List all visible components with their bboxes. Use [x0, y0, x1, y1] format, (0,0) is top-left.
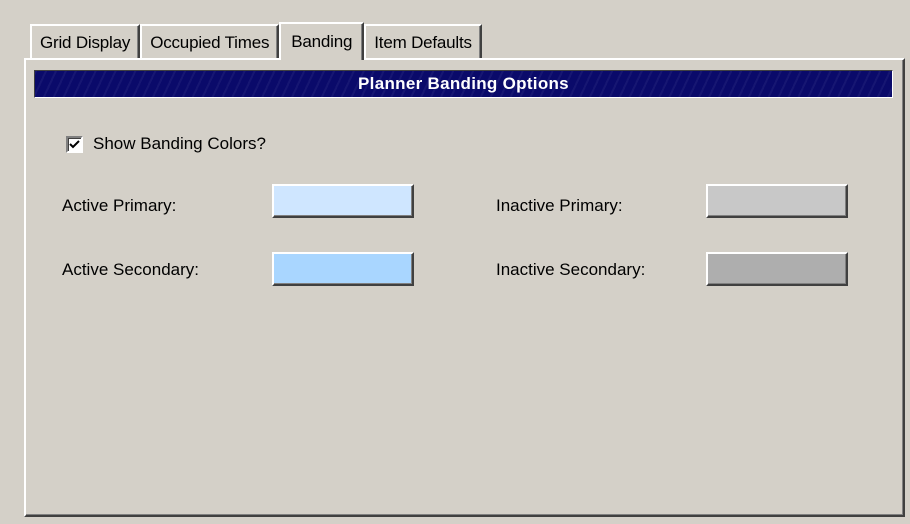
tab-banding[interactable]: Banding: [279, 22, 365, 60]
inactive-secondary-label: Inactive Secondary:: [496, 260, 646, 279]
panel-title-bar: Planner Banding Options: [34, 70, 893, 98]
panel-title: Planner Banding Options: [358, 74, 569, 93]
show-banding-checkbox[interactable]: [66, 135, 83, 153]
inactive-secondary-color-button[interactable]: [706, 252, 848, 286]
show-banding-row[interactable]: Show Banding Colors?: [66, 134, 266, 154]
show-banding-label: Show Banding Colors?: [93, 134, 266, 153]
inactive-primary-color-button[interactable]: [706, 184, 848, 218]
active-primary-label: Active Primary:: [62, 196, 177, 215]
tab-strip: Grid Display Occupied Times Banding Item…: [30, 22, 482, 60]
banding-tab-page: Planner Banding Options Show Banding Col…: [24, 58, 905, 517]
active-primary-color-button[interactable]: [272, 184, 414, 218]
checkmark-icon: [69, 139, 80, 148]
tab-grid-display[interactable]: Grid Display: [30, 24, 141, 58]
active-secondary-label: Active Secondary:: [62, 260, 200, 279]
tab-item-defaults[interactable]: Item Defaults: [364, 24, 482, 58]
banding-options-window: Grid Display Occupied Times Banding Item…: [0, 0, 910, 524]
tab-occupied-times[interactable]: Occupied Times: [140, 24, 280, 58]
inactive-primary-label: Inactive Primary:: [496, 196, 623, 215]
active-secondary-color-button[interactable]: [272, 252, 414, 286]
